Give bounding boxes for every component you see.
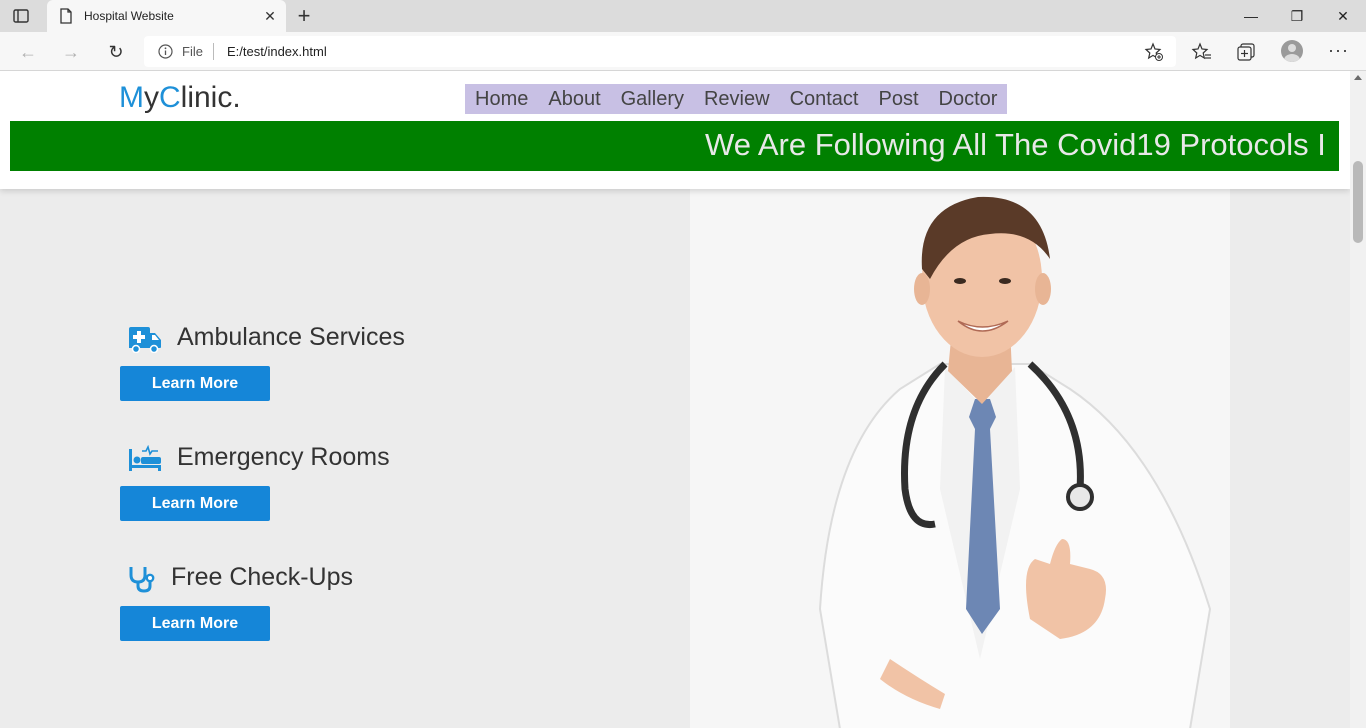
learn-more-button[interactable]: Learn More <box>120 366 270 401</box>
service-title: Emergency Rooms <box>177 443 390 471</box>
profile-avatar[interactable] <box>1281 40 1303 62</box>
stethoscope-icon <box>129 567 155 593</box>
add-favorite-icon[interactable] <box>1144 42 1164 62</box>
marquee-text: We Are Following All The Covid19 Protoco… <box>705 127 1326 162</box>
url-input[interactable]: File E:/test/index.html <box>144 36 1176 67</box>
nav-about[interactable]: About <box>538 84 610 114</box>
close-window-icon[interactable]: ✕ <box>1320 0 1366 32</box>
site-logo[interactable]: MyClinic. <box>119 81 241 115</box>
nav-doctor[interactable]: Doctor <box>929 84 1008 114</box>
learn-more-button[interactable]: Learn More <box>120 606 270 641</box>
url-separator <box>213 43 214 60</box>
nav-contact[interactable]: Contact <box>780 84 869 114</box>
favorites-icon[interactable] <box>1191 41 1213 63</box>
service-title: Free Check-Ups <box>171 563 353 591</box>
url-text[interactable]: E:/test/index.html <box>227 44 327 59</box>
browser-tab[interactable]: Hospital Website ✕ <box>47 0 286 32</box>
covid-marquee: We Are Following All The Covid19 Protoco… <box>10 121 1339 171</box>
doctor-illustration <box>690 189 1230 728</box>
logo-c: C <box>159 81 181 114</box>
tab-actions-icon[interactable] <box>12 7 30 25</box>
refresh-icon[interactable]: ↻ <box>105 41 127 63</box>
logo-rest: linic. <box>180 81 241 114</box>
more-options-icon[interactable]: ··· <box>1328 40 1349 61</box>
nav-post[interactable]: Post <box>869 84 929 114</box>
page-icon <box>60 8 72 24</box>
restore-icon[interactable]: ❐ <box>1274 0 1320 32</box>
logo-y: y <box>144 81 159 114</box>
procedures-icon <box>129 445 161 471</box>
browser-tab-bar: Hospital Website ✕ + — ❐ ✕ <box>0 0 1366 32</box>
close-tab-icon[interactable]: ✕ <box>262 8 278 24</box>
tab-title: Hospital Website <box>84 9 174 23</box>
forward-icon[interactable]: → <box>60 41 82 63</box>
nav-home[interactable]: Home <box>465 84 538 114</box>
ambulance-icon <box>129 327 161 353</box>
doctor-image <box>690 189 1230 728</box>
nav-review[interactable]: Review <box>694 84 780 114</box>
learn-more-button[interactable]: Learn More <box>120 486 270 521</box>
logo-m: M <box>119 81 144 114</box>
scroll-up-arrow-icon[interactable] <box>1354 75 1362 80</box>
page-viewport: MyClinic. Home About Gallery Review Cont… <box>0 71 1350 728</box>
minimize-icon[interactable]: — <box>1228 0 1274 32</box>
info-icon[interactable] <box>158 44 173 59</box>
new-tab-icon[interactable]: + <box>294 5 314 27</box>
page-scrollbar[interactable] <box>1350 71 1366 728</box>
back-icon[interactable]: ← <box>17 41 39 63</box>
main-nav: Home About Gallery Review Contact Post D… <box>465 84 1008 114</box>
address-bar-row: ← → ↻ File E:/test/index.html <box>0 32 1366 71</box>
nav-gallery[interactable]: Gallery <box>611 84 694 114</box>
site-header: MyClinic. Home About Gallery Review Cont… <box>0 71 1350 189</box>
collections-icon[interactable] <box>1235 41 1257 63</box>
scroll-thumb[interactable] <box>1353 161 1363 243</box>
service-title: Ambulance Services <box>177 323 405 351</box>
url-scheme-label: File <box>182 44 203 59</box>
